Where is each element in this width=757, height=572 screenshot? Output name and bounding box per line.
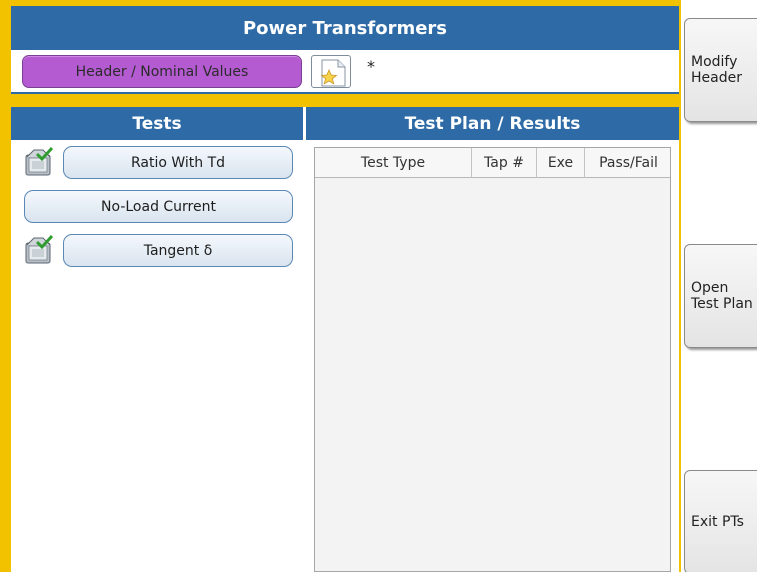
column-header-pass-fail[interactable]: Pass/Fail [585, 148, 672, 178]
header-nominal-values-button[interactable]: Header / Nominal Values [22, 55, 302, 88]
tests-panel-title: Tests [11, 107, 303, 140]
test-item: Ratio With Td [11, 143, 303, 181]
column-label: Tap # [484, 155, 524, 171]
open-test-plan-button[interactable]: Open Test Plan [684, 244, 757, 348]
favorite-document-icon[interactable] [311, 55, 351, 88]
column-header-test-type[interactable]: Test Type [315, 148, 472, 178]
page-title-text: Power Transformers [242, 17, 448, 39]
page-title: Power Transformers [11, 6, 679, 50]
test-item-label: Ratio With Td [130, 154, 226, 171]
column-label: Pass/Fail [599, 155, 658, 171]
side-button-label: Modify Header [691, 53, 742, 86]
ratio-with-td-button[interactable]: Ratio With Td [63, 146, 293, 179]
column-header-exe[interactable]: Exe [537, 148, 585, 178]
tests-panel: Ratio With Td No-Load Current Tangent δ [11, 140, 303, 572]
app-window: Power Transformers Header / Nominal Valu… [0, 0, 757, 572]
side-button-label: Exit PTs [691, 513, 744, 530]
test-item: No-Load Current [11, 187, 303, 225]
no-load-current-button[interactable]: No-Load Current [24, 190, 293, 223]
test-plan-panel-title: Test Plan / Results [306, 107, 679, 140]
side-button-panel: Modify Header Open Test Plan Exit PTs [679, 0, 757, 572]
side-button-label: Open Test Plan [691, 279, 753, 312]
completed-test-icon [23, 234, 55, 266]
column-label: Test Type [360, 155, 426, 171]
test-plan-panel: Test Type Tap # Exe Pass/Fail [306, 140, 679, 572]
test-item-label: Tangent δ [143, 242, 213, 259]
tangent-delta-button[interactable]: Tangent δ [63, 234, 293, 267]
modify-header-button[interactable]: Modify Header [684, 18, 757, 122]
header-row: Header / Nominal Values * [11, 50, 679, 94]
exit-pts-button[interactable]: Exit PTs [684, 470, 757, 572]
test-item-label: No-Load Current [101, 198, 216, 215]
column-header-tap[interactable]: Tap # [472, 148, 537, 178]
column-label: Exe [547, 155, 574, 171]
plan-title-text: Test Plan / Results [404, 113, 581, 134]
completed-test-icon [23, 146, 55, 178]
header-button-label: Header / Nominal Values [75, 63, 249, 80]
tests-title-text: Tests [132, 113, 182, 134]
results-table-header: Test Type Tap # Exe Pass/Fail [315, 148, 670, 178]
results-table[interactable]: Test Type Tap # Exe Pass/Fail [314, 147, 671, 572]
header-field-value: * [367, 57, 375, 76]
test-item: Tangent δ [11, 231, 303, 269]
